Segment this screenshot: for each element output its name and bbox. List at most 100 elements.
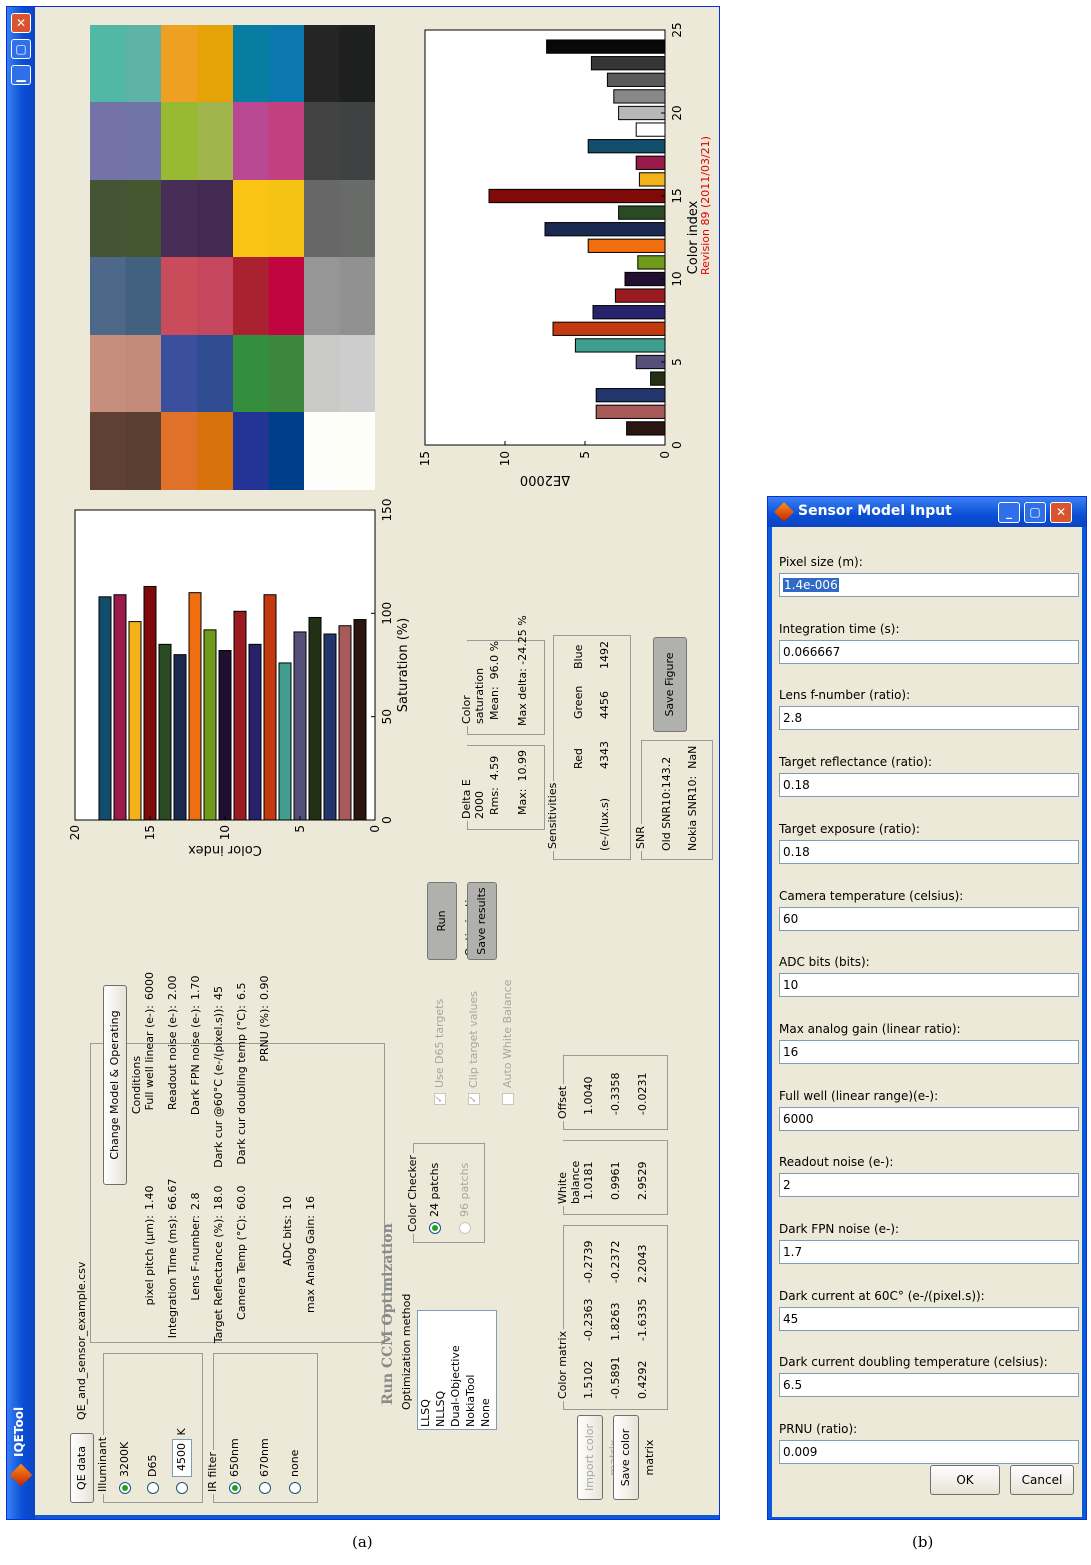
field-input[interactable]: 0.009 <box>779 1440 1079 1465</box>
field-label: Max analog gain (linear ratio): <box>779 1021 961 1036</box>
max-value: 10.99 <box>516 750 529 782</box>
minimize-icon[interactable]: ▁ <box>11 65 31 85</box>
field-input[interactable]: 2.8 <box>779 706 1079 731</box>
opt-method-list[interactable]: LLSQ NLLSQ Dual-Objective NokiaTool None <box>417 1310 497 1430</box>
sensor-param-label: Integration Time (ms): <box>166 1215 179 1339</box>
save-figure-button[interactable]: Save Figure <box>653 637 687 732</box>
delta-e-bar <box>587 139 666 154</box>
ir-filter-panel: IR filter 650nm 670nm none <box>206 1353 318 1503</box>
field-label: Dark current at 60C° (e-/(pixel.s)): <box>779 1288 985 1303</box>
saturation-bar <box>308 616 322 821</box>
illuminant-custom[interactable]: 4500 K <box>172 1428 192 1494</box>
maximize-icon[interactable]: ▢ <box>11 39 31 59</box>
illuminant-3200k[interactable]: 3200K <box>118 1442 131 1494</box>
sens-blue-header: Blue <box>572 644 585 669</box>
color-patch <box>232 102 304 180</box>
saturation-bar <box>338 625 352 821</box>
field-input[interactable]: 10 <box>779 973 1079 998</box>
field-input[interactable]: 6000 <box>779 1106 1079 1131</box>
illuminant-d65[interactable]: D65 <box>146 1455 159 1494</box>
color-matrix-cell: -0.2372 <box>609 1240 622 1283</box>
color-patch <box>303 335 375 413</box>
radio-icon[interactable] <box>459 1222 471 1234</box>
field-input[interactable]: 16 <box>779 1039 1079 1064</box>
save-matrix-button[interactable]: Save color matrix <box>613 1415 656 1500</box>
change-model-button[interactable]: Change Model & Operating Conditions <box>103 985 143 1185</box>
saturation-bar <box>218 650 232 821</box>
sensor-param-label: Dark cur doubling temp (°C): <box>235 1005 248 1165</box>
window-title: IQETool <box>12 1406 26 1457</box>
x-tick-label: 15 <box>670 188 684 203</box>
opt-method-item[interactable]: NokiaTool <box>463 1311 478 1428</box>
import-matrix-button[interactable]: Import color matrix <box>577 1415 620 1500</box>
ir-filter-title: IR filter <box>206 1450 219 1494</box>
opt-method-item[interactable]: LLSQ <box>418 1311 433 1427</box>
field-input[interactable]: 0.18 <box>779 773 1079 798</box>
close-icon[interactable]: ✕ <box>11 13 31 33</box>
radio-icon[interactable] <box>289 1482 301 1494</box>
color-patch <box>232 412 304 490</box>
checker-96[interactable]: 96 patchs <box>458 1163 471 1234</box>
radio-icon[interactable] <box>229 1482 241 1494</box>
sensitivities-title: Sensitivities <box>546 780 559 851</box>
field-label: Target exposure (ratio): <box>779 821 920 836</box>
field-input[interactable]: 2 <box>779 1173 1079 1198</box>
opt-method-item[interactable]: NLLSQ <box>433 1311 448 1427</box>
delta-e-bar <box>544 222 666 237</box>
color-patch <box>232 257 304 335</box>
run-optimization-button[interactable]: Run Optimization <box>427 882 476 960</box>
white_balance-value: 0.9961 <box>609 1161 622 1201</box>
color-patch <box>303 257 375 335</box>
custom-k-input[interactable]: 4500 <box>172 1439 192 1477</box>
sensor-param-label: PRNU (%): <box>258 1005 271 1062</box>
field-input[interactable]: 60 <box>779 906 1079 931</box>
cancel-button[interactable]: Cancel <box>1010 1465 1074 1495</box>
radio-icon[interactable] <box>147 1482 159 1494</box>
opt-method-item[interactable]: None <box>478 1311 493 1427</box>
revision-label: Revision 89 (2011/03/21) <box>699 136 712 275</box>
ir-670nm[interactable]: 670nm <box>258 1438 271 1494</box>
offset-value: -0.0231 <box>636 1072 649 1115</box>
radio-icon[interactable] <box>259 1482 271 1494</box>
delta-e-panel: Delta E 2000 Rms: 4.59 Max: 10.99 <box>460 745 545 830</box>
saturation-bar <box>263 594 277 821</box>
checker-24[interactable]: 24 patchs <box>428 1163 441 1234</box>
opt-method-item[interactable]: Dual-Objective <box>448 1311 463 1427</box>
close-icon[interactable]: ✕ <box>1050 502 1072 523</box>
check-icon: ✓ <box>468 1093 480 1105</box>
white-balance-title: White balance <box>556 1141 582 1206</box>
radio-icon[interactable] <box>429 1222 441 1234</box>
checkbox-icon <box>502 1093 514 1105</box>
color-patch <box>161 180 233 258</box>
save-results-button[interactable]: Save results <box>467 882 497 960</box>
field-input[interactable]: 0.18 <box>779 839 1079 864</box>
iqetool-window: ✕ ▢ ▁ IQETool QE data QE_and_sensor_exam… <box>6 6 720 1520</box>
color-matrix-panel: Color matrix 1.5102 -0.2363 -0.2739 -0.5891… <box>556 1225 668 1410</box>
auto-wb-checkbox[interactable]: Auto White Balance <box>501 980 514 1105</box>
clip-target-checkbox[interactable]: ✓Clip target values <box>467 991 480 1105</box>
color-patch <box>90 335 162 413</box>
field-input[interactable]: 0.066667 <box>779 639 1079 664</box>
iqetool-client: QE data QE_and_sensor_example.csv Illumi… <box>35 7 719 1515</box>
color-patch <box>161 257 233 335</box>
saturation-bar <box>293 631 307 821</box>
radio-icon[interactable] <box>119 1482 131 1494</box>
sensor-param-value: 1.40 <box>143 1185 156 1211</box>
saturation-bar <box>173 654 187 821</box>
field-input[interactable]: 45 <box>779 1306 1079 1331</box>
field-input[interactable]: 6.5 <box>779 1373 1079 1398</box>
delta-e-bar <box>590 56 666 71</box>
field-input[interactable]: 1.7 <box>779 1240 1079 1264</box>
ir-none[interactable]: none <box>288 1450 301 1494</box>
maximize-icon[interactable]: ▢ <box>1024 502 1046 523</box>
radio-icon[interactable] <box>176 1482 188 1494</box>
use-d65-checkbox[interactable]: ✓Use D65 targets <box>433 999 446 1105</box>
field-input[interactable]: 1.4e-006 <box>779 573 1079 597</box>
minimize-icon[interactable]: _ <box>998 502 1020 523</box>
saturation-bar <box>158 643 172 821</box>
ir-650nm[interactable]: 650nm <box>228 1438 241 1494</box>
field-label: Dark FPN noise (e-): <box>779 1222 900 1236</box>
ok-button[interactable]: OK <box>930 1465 1000 1495</box>
x-tick-label: 10 <box>670 271 684 286</box>
qe-data-button[interactable]: QE data <box>70 1433 94 1503</box>
